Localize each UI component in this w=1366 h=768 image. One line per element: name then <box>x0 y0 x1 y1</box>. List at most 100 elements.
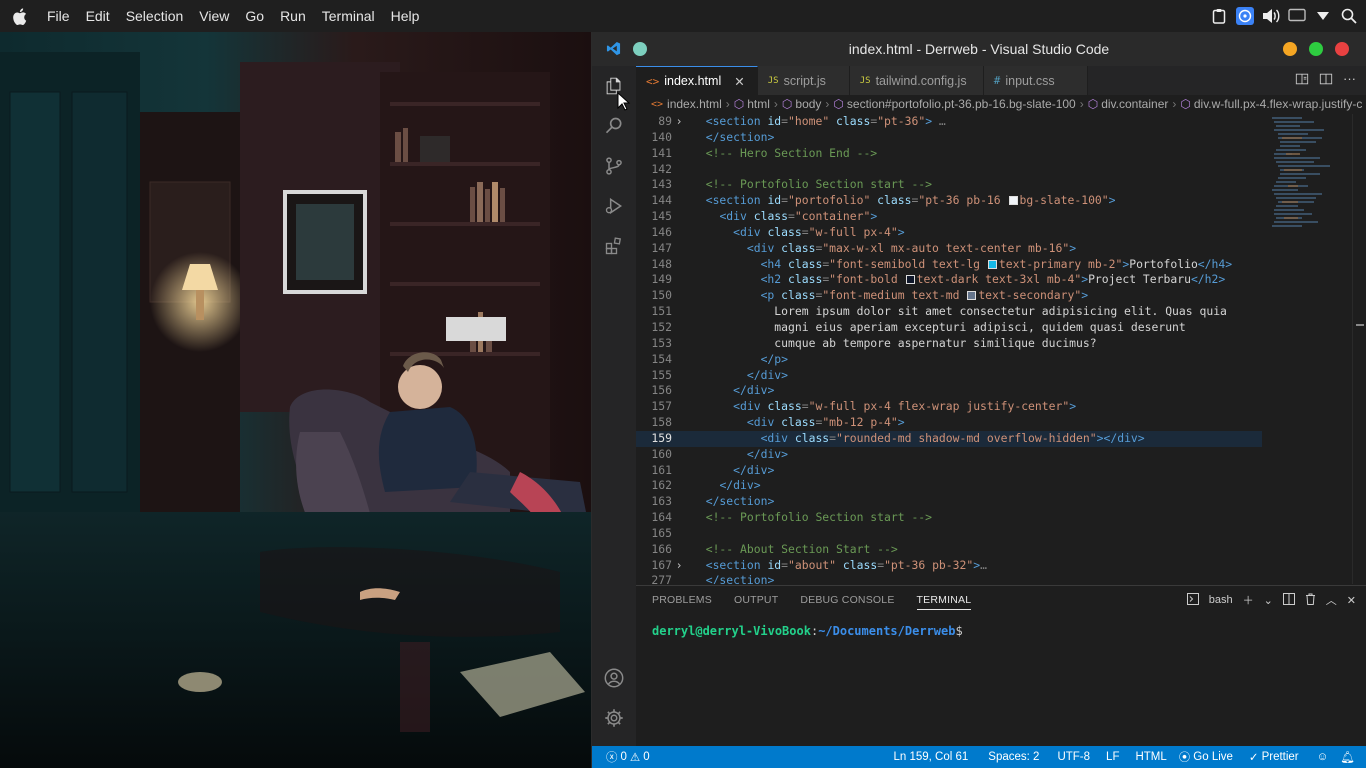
fold-chevron-icon[interactable]: › <box>672 114 686 130</box>
code-line[interactable]: 141 <!-- Hero Section End --> <box>636 146 1262 162</box>
problems-status[interactable]: ⓧ 0 ⚠ 0 <box>600 749 656 765</box>
code-line[interactable]: 164 <!-- Portofolio Section start --> <box>636 510 1262 526</box>
breadcrumb-item[interactable]: div.w-full.px-4.flex-wrap.justify-c <box>1194 97 1362 111</box>
code-line[interactable]: 140 </section> <box>636 130 1262 146</box>
eol-status[interactable]: LF <box>1100 751 1125 763</box>
notifications-bell-icon[interactable]: 🔔︎ <box>1334 750 1361 764</box>
code-line[interactable]: 148 <h4 class="font-semibold text-lg tex… <box>636 257 1262 273</box>
split-terminal-icon[interactable] <box>1282 592 1295 608</box>
search-icon[interactable] <box>592 106 636 146</box>
close-panel-icon[interactable]: ✕ <box>1347 594 1356 607</box>
menu-edit[interactable]: Edit <box>78 8 118 24</box>
indentation-status[interactable]: Spaces: 2 <box>982 751 1045 763</box>
settings-gear-icon[interactable] <box>592 698 636 738</box>
prettier-status[interactable]: ✓ Prettier <box>1243 750 1305 764</box>
clipboard-icon[interactable] <box>1210 7 1228 25</box>
code-line[interactable]: 150 <p class="font-medium text-md text-s… <box>636 288 1262 304</box>
breadcrumb-item[interactable]: html <box>747 97 770 111</box>
maximize-panel-icon[interactable]: ︿ <box>1326 592 1337 608</box>
code-line[interactable]: 163 </section> <box>636 494 1262 510</box>
open-preview-icon[interactable] <box>1295 72 1309 91</box>
extensions-icon[interactable] <box>592 226 636 266</box>
menu-terminal[interactable]: Terminal <box>314 8 383 24</box>
color-swatch-icon[interactable] <box>967 291 977 301</box>
chevron-down-icon[interactable]: ⌄ <box>1264 594 1273 607</box>
menu-view[interactable]: View <box>191 8 237 24</box>
split-editor-icon[interactable] <box>1319 72 1333 91</box>
code-line[interactable]: 156 </div> <box>636 383 1262 399</box>
code-line[interactable]: 146 <div class="w-full px-4"> <box>636 225 1262 241</box>
tab-index-html[interactable]: <> index.html ✕ <box>636 66 758 95</box>
breadcrumb-item[interactable]: div.container <box>1101 97 1168 111</box>
terminal-shell-name[interactable]: bash <box>1209 594 1233 606</box>
code-line[interactable]: 155 </div> <box>636 368 1262 384</box>
color-swatch-icon[interactable] <box>987 259 997 269</box>
menu-go[interactable]: Go <box>237 8 272 24</box>
more-actions-icon[interactable]: ··· <box>1343 72 1356 91</box>
new-terminal-icon[interactable]: ＋ <box>1243 592 1254 608</box>
apple-icon[interactable] <box>8 7 30 25</box>
breadcrumb-item[interactable]: section#portofolio.pt-36.pb-16.bg-slate-… <box>847 97 1076 111</box>
code-line[interactable]: 143 <!-- Portofolio Section start --> <box>636 177 1262 193</box>
menu-selection[interactable]: Selection <box>118 8 192 24</box>
code-editor[interactable]: 89 › <section id="home" class="pt-36"> … 1… <box>636 114 1262 584</box>
code-line[interactable]: 166 <!-- About Section Start --> <box>636 542 1262 558</box>
tab-problems[interactable]: PROBLEMS <box>652 594 712 606</box>
code-line[interactable]: 152 magni eius aperiam excepturi adipisc… <box>636 320 1262 336</box>
tab-output[interactable]: OUTPUT <box>734 594 778 606</box>
code-line[interactable]: 154 </p> <box>636 352 1262 368</box>
source-control-icon[interactable] <box>592 146 636 186</box>
code-line[interactable]: 147 <div class="max-w-xl mx-auto text-ce… <box>636 241 1262 257</box>
trash-icon[interactable] <box>1305 593 1316 608</box>
code-line[interactable]: 144 <section id="portofolio" class="pt-3… <box>636 193 1262 209</box>
run-debug-icon[interactable] <box>592 186 636 226</box>
code-line[interactable]: 145 <div class="container"> <box>636 209 1262 225</box>
code-line[interactable]: 149 <h2 class="font-bold text-dark text-… <box>636 272 1262 288</box>
code-text: <!-- Portofolio Section start --> <box>705 510 933 525</box>
display-icon[interactable] <box>1288 7 1306 25</box>
tab-input-css[interactable]: # input.css <box>983 66 1088 95</box>
code-line[interactable]: 159 <div class="rounded-md shadow-md ove… <box>636 430 1262 447</box>
breadcrumb-item[interactable]: index.html <box>667 97 722 111</box>
maximize-button[interactable] <box>1309 42 1323 56</box>
code-line[interactable]: 157 <div class="w-full px-4 flex-wrap ju… <box>636 399 1262 415</box>
code-line[interactable]: 158 <div class="mb-12 p-4"> <box>636 415 1262 431</box>
color-swatch-icon[interactable] <box>1008 196 1018 206</box>
code-line[interactable]: 277 </section> <box>636 573 1262 584</box>
code-line[interactable]: 160 </div> <box>636 447 1262 463</box>
code-line[interactable]: 165 <box>636 526 1262 542</box>
language-mode[interactable]: HTML <box>1129 751 1172 763</box>
menu-file[interactable]: File <box>39 8 78 24</box>
tab-debug-console[interactable]: DEBUG CONSOLE <box>800 594 894 606</box>
encoding-status[interactable]: UTF-8 <box>1051 751 1096 763</box>
code-line[interactable]: 142 <box>636 162 1262 178</box>
code-line[interactable]: 162 </div> <box>636 478 1262 494</box>
tab-terminal[interactable]: TERMINAL <box>916 594 972 610</box>
code-line[interactable]: 167 › <section id="about" class="pt-36 pb… <box>636 558 1262 574</box>
volume-icon[interactable] <box>1262 7 1280 25</box>
accessibility-icon[interactable] <box>1236 7 1254 25</box>
tab-tailwind-config-js[interactable]: JS tailwind.config.js <box>849 66 984 95</box>
code-line[interactable]: 151 Lorem ipsum dolor sit amet consectet… <box>636 304 1262 320</box>
breadcrumb-item[interactable]: body <box>795 97 821 111</box>
tab-script-js[interactable]: JS script.js <box>757 66 850 95</box>
code-line[interactable]: 161 </div> <box>636 463 1262 479</box>
terminal-output[interactable]: derryl@derryl-VivoBook:~/Documents/Derrw… <box>636 614 1366 648</box>
account-icon[interactable] <box>592 658 636 698</box>
fold-chevron-icon[interactable]: › <box>672 558 686 574</box>
chevron-down-icon[interactable] <box>1314 7 1332 25</box>
close-window-button[interactable] <box>1335 42 1349 56</box>
minimap[interactable] <box>1262 114 1352 584</box>
editor-scrollbar[interactable] <box>1352 114 1366 584</box>
feedback-icon[interactable]: ☺ <box>1311 751 1335 763</box>
color-swatch-icon[interactable] <box>905 275 915 285</box>
close-tab-icon[interactable]: ✕ <box>734 74 744 89</box>
menu-run[interactable]: Run <box>272 8 314 24</box>
code-line[interactable]: 153 cumque ab tempore aspernatur similiq… <box>636 336 1262 352</box>
menu-help[interactable]: Help <box>383 8 428 24</box>
minimize-button[interactable] <box>1283 42 1297 56</box>
code-line[interactable]: 89 › <section id="home" class="pt-36"> … <box>636 114 1262 130</box>
go-live-button[interactable]: ⦿ Go Live <box>1173 749 1239 765</box>
cursor-position[interactable]: Ln 159, Col 61 <box>887 751 974 763</box>
search-icon[interactable] <box>1340 7 1358 25</box>
